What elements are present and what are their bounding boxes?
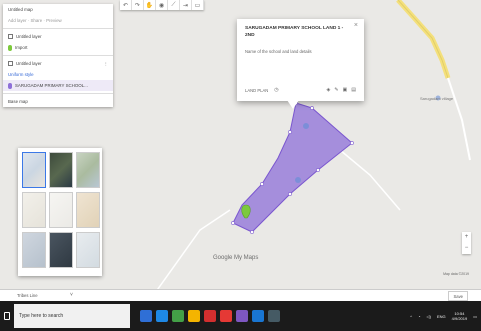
map-attribution[interactable]: Map data ©2019 bbox=[443, 272, 469, 276]
zoom-in-icon[interactable]: + bbox=[462, 232, 471, 243]
layer-1-item[interactable]: Import bbox=[3, 42, 113, 53]
basemap-label: Base map bbox=[8, 99, 28, 104]
place-marker-icon[interactable] bbox=[295, 177, 301, 183]
place-marker-icon[interactable] bbox=[303, 123, 309, 129]
layers-panel: Untitled map Add layer · Share · Preview… bbox=[3, 4, 113, 107]
layer-1-title: Untitled layer bbox=[16, 34, 42, 39]
style-bucket-icon[interactable]: ◈ bbox=[326, 87, 330, 93]
basemap-header[interactable]: Base map bbox=[3, 96, 113, 107]
road bbox=[156, 209, 231, 289]
popup-description: Name of the school and land details bbox=[245, 49, 312, 54]
ruler-icon[interactable]: ▭ bbox=[192, 0, 204, 10]
strip-label: Tribes Line bbox=[17, 293, 38, 298]
panel-actions[interactable]: Add layer · Share · Preview bbox=[3, 15, 113, 26]
panel-actions-text: Add layer · Share · Preview bbox=[8, 18, 62, 23]
delete-icon[interactable]: ▤ bbox=[351, 87, 356, 93]
zoom-control: + − bbox=[462, 232, 471, 254]
basemap-terrain-tile[interactable] bbox=[76, 152, 100, 188]
directions-icon[interactable]: ⇥ bbox=[180, 0, 192, 10]
start-button[interactable] bbox=[0, 301, 14, 331]
layer-2-item[interactable]: SARUGADAM PRIMARY SCHOOL... bbox=[3, 80, 113, 91]
hand-tool-icon[interactable]: ✋ bbox=[144, 0, 156, 10]
basemap-satellite-tile[interactable] bbox=[49, 152, 73, 188]
basemap-map-tile[interactable] bbox=[22, 152, 46, 188]
map-canvas[interactable]: ↶ ↷ ✋ ◉ ⟋ ⇥ ▭ Untitled map Add layer · S… bbox=[0, 0, 481, 289]
land-parcel-polygon[interactable] bbox=[232, 102, 353, 233]
basemap-light-political-tile[interactable] bbox=[22, 192, 46, 228]
redo-icon[interactable]: ↷ bbox=[132, 0, 144, 10]
marker-tool-icon[interactable]: ◉ bbox=[156, 0, 168, 10]
network-icon[interactable]: ◔ bbox=[418, 314, 420, 319]
basemap-mono-city-tile[interactable] bbox=[49, 192, 73, 228]
chevron-down-icon[interactable]: ˅ bbox=[70, 292, 73, 298]
popup-actions: ◈ ✎ ▣ ▤ bbox=[326, 87, 356, 93]
basemap-picker bbox=[18, 148, 102, 276]
chrome-icon[interactable] bbox=[220, 310, 232, 322]
place-label[interactable]: Sarugadam village bbox=[420, 96, 453, 101]
polygon-swatch-icon bbox=[8, 82, 12, 89]
divider bbox=[3, 28, 113, 29]
windows-logo-icon bbox=[4, 312, 10, 320]
system-tray: ^ ◔ ◁) ENG 10:54 4/9/2019 ▭ bbox=[410, 301, 477, 331]
task-view-icon[interactable] bbox=[140, 310, 152, 322]
store-icon[interactable] bbox=[172, 310, 184, 322]
file-explorer-icon[interactable] bbox=[188, 310, 200, 322]
popup-tail bbox=[287, 100, 299, 109]
clock-date: 4/9/2019 bbox=[451, 316, 468, 321]
tray-up-icon[interactable]: ^ bbox=[410, 314, 412, 319]
zoom-out-icon[interactable]: − bbox=[462, 243, 471, 254]
app-icon[interactable] bbox=[236, 310, 248, 322]
layer-1-header[interactable]: Untitled layer bbox=[3, 31, 113, 42]
layer-1-checkbox[interactable] bbox=[8, 34, 13, 39]
notifications-icon[interactable]: ▭ bbox=[473, 314, 477, 319]
basemap-whitewater-tile[interactable] bbox=[76, 232, 100, 268]
draw-line-icon[interactable]: ⟋ bbox=[168, 0, 180, 10]
basemap-simple-atlas-tile[interactable] bbox=[76, 192, 100, 228]
clock[interactable]: 10:54 4/9/2019 bbox=[452, 311, 468, 321]
volume-icon[interactable]: ◁) bbox=[427, 314, 431, 319]
layer-2-style[interactable]: Uniform style bbox=[3, 69, 113, 80]
basemap-light-landmass-tile[interactable] bbox=[22, 232, 46, 268]
app-icon[interactable] bbox=[268, 310, 280, 322]
undo-icon[interactable]: ↶ bbox=[120, 0, 132, 10]
divider bbox=[3, 93, 113, 94]
word-icon[interactable] bbox=[252, 310, 264, 322]
save-button[interactable]: Save bbox=[448, 291, 468, 301]
map-title-text: Untitled map bbox=[8, 7, 33, 12]
google-my-maps-logo: Google My Maps bbox=[213, 255, 259, 261]
bottom-strip: Tribes Line ˅ Save bbox=[0, 289, 481, 301]
layer-2-checkbox[interactable] bbox=[8, 61, 13, 66]
layer-2-title: Untitled layer bbox=[16, 61, 42, 66]
divider bbox=[3, 55, 113, 56]
windows-taskbar: Type here to search ^ ◔ ◁) ENG 10:54 4/9… bbox=[0, 301, 481, 331]
photo-icon[interactable]: ▣ bbox=[343, 87, 348, 93]
more-options-icon[interactable]: ⋮ bbox=[104, 61, 108, 67]
popup-footer: LAND PLAN ◷ ◈ ✎ ▣ ▤ bbox=[245, 87, 356, 93]
layer-1-subtitle: Import bbox=[15, 45, 28, 50]
search-placeholder: Type here to search bbox=[19, 313, 64, 319]
close-icon[interactable]: × bbox=[354, 22, 358, 29]
camera-icon[interactable]: ◷ bbox=[274, 87, 278, 93]
green-pin-icon bbox=[8, 44, 12, 51]
popup-footer-text[interactable]: LAND PLAN bbox=[245, 88, 268, 93]
language-indicator[interactable]: ENG bbox=[437, 314, 446, 319]
taskbar-search-input[interactable]: Type here to search bbox=[14, 304, 130, 328]
layer-2-style-text: Uniform style bbox=[8, 72, 34, 77]
feature-info-popup: SARUGADAM PRIMARY SCHOOL LAND 1 - 2nd × … bbox=[237, 19, 364, 101]
road bbox=[339, 149, 401, 211]
taskbar-apps bbox=[140, 301, 280, 331]
layer-2-item-text: SARUGADAM PRIMARY SCHOOL... bbox=[15, 83, 88, 88]
app-icon[interactable] bbox=[204, 310, 216, 322]
edit-pencil-icon[interactable]: ✎ bbox=[334, 87, 338, 93]
edge-icon[interactable] bbox=[156, 310, 168, 322]
highway-road bbox=[396, 0, 451, 79]
map-title[interactable]: Untitled map bbox=[3, 4, 113, 15]
map-toolbar: ↶ ↷ ✋ ◉ ⟋ ⇥ ▭ bbox=[120, 0, 204, 10]
road bbox=[447, 77, 471, 161]
popup-title: SARUGADAM PRIMARY SCHOOL LAND 1 - 2nd bbox=[245, 26, 344, 38]
basemap-dark-landmass-tile[interactable] bbox=[49, 232, 73, 268]
layer-2-header[interactable]: Untitled layer ⋮ bbox=[3, 58, 113, 69]
